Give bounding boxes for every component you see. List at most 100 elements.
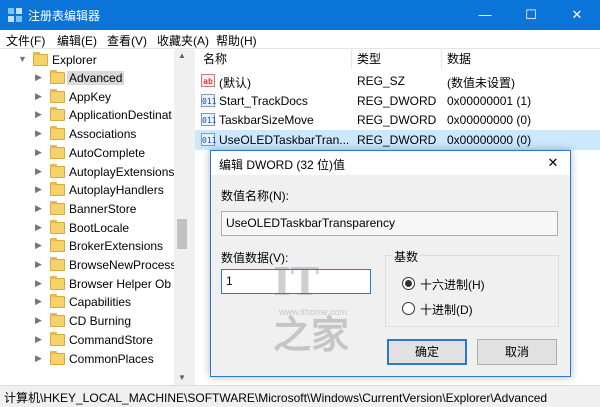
tree-item[interactable]: ▶ ApplicationDestinat [0, 106, 186, 124]
binary-value-icon: 011 [201, 132, 216, 146]
hex-radio-label[interactable]: 十六进制(H) [420, 276, 485, 293]
tree-item[interactable]: ▶ BrokerExtensions [0, 237, 186, 255]
registry-editor-icon [8, 8, 22, 22]
expand-arrow-icon[interactable]: ▶ [35, 147, 42, 158]
tree-item[interactable]: ▶ CommonPlaces [0, 350, 186, 368]
menu-file[interactable]: 文件(F) [6, 32, 45, 49]
expand-arrow-icon[interactable]: ▶ [35, 203, 42, 214]
menu-favorites[interactable]: 收藏夹(A) [157, 32, 209, 49]
tree-item[interactable]: ▶ Advanced [0, 69, 186, 87]
scroll-down-icon[interactable]: ▼ [178, 373, 186, 382]
expand-arrow-icon[interactable]: ▶ [35, 240, 42, 251]
tree-item[interactable]: ▶ Browser Helper Ob [0, 275, 186, 293]
tree-item-label: Advanced [67, 71, 125, 85]
expand-arrow-icon[interactable]: ▶ [35, 353, 42, 364]
value-row[interactable]: 011 Start_TrackDocs REG_DWORD 0x00000001 (1… [195, 91, 600, 111]
value-data: 0x00000000 (0) [447, 113, 532, 127]
column-header-type[interactable]: 类型 [357, 49, 381, 69]
tree-item-label: CommonPlaces [69, 351, 154, 366]
title-bar: 注册表编辑器 — ☐ ✕ [0, 0, 600, 30]
tree-item-label: CommandStore [69, 332, 154, 347]
dialog-close-button[interactable]: ✕ [536, 151, 570, 175]
tree-item[interactable]: ▶ CommandStore [0, 331, 186, 349]
folder-icon [50, 126, 65, 141]
tree-item[interactable]: ▶ AutoComplete [0, 144, 186, 162]
expand-arrow-icon[interactable]: ▶ [35, 315, 42, 326]
expand-arrow-icon[interactable]: ▶ [35, 334, 42, 345]
decimal-radio[interactable] [402, 302, 415, 315]
expand-arrow-icon[interactable]: ▶ [35, 91, 42, 102]
tree-item[interactable]: ▶ BrowseNewProcess [0, 256, 186, 274]
tree-item[interactable]: ▶ AutoplayExtensions [0, 163, 186, 181]
value-type: REG_DWORD [357, 93, 437, 108]
scroll-up-icon[interactable]: ▲ [178, 51, 186, 60]
expand-arrow-icon[interactable]: ▶ [35, 72, 42, 83]
value-row[interactable]: ab (默认) REG_SZ (数值未设置) [195, 71, 600, 91]
tree-item-explorer[interactable]: ▼ Explorer [0, 51, 186, 69]
menu-edit[interactable]: 编辑(E) [57, 32, 97, 49]
menu-view[interactable]: 查看(V) [107, 32, 147, 49]
value-name-label: 数值名称(N): [221, 189, 289, 203]
expand-arrow-icon[interactable]: ▶ [35, 128, 42, 139]
column-header-data[interactable]: 数据 [447, 49, 471, 69]
value-name: TaskbarSizeMove [219, 113, 314, 127]
tree-item[interactable]: ▶ CD Burning [0, 312, 186, 330]
expand-arrow-icon[interactable]: ▶ [35, 296, 42, 307]
folder-icon [50, 257, 65, 271]
ok-button[interactable]: 确定 [387, 339, 467, 365]
value-data: (数值未设置) [447, 76, 515, 90]
expand-arrow-icon[interactable]: ▶ [35, 278, 42, 289]
dialog-title: 编辑 DWORD (32 位)值 [219, 158, 346, 172]
menu-bar: 文件(F) 编辑(E) 查看(V) 收藏夹(A) 帮助(H) [0, 30, 600, 49]
registry-path: 计算机\HKEY_LOCAL_MACHINE\SOFTWARE\Microsof… [4, 391, 548, 405]
column-header-name[interactable]: 名称 [203, 49, 227, 69]
expand-arrow-icon[interactable]: ▶ [35, 109, 42, 120]
tree-item[interactable]: ▶ Associations [0, 125, 186, 143]
tree-item-label: BrowseNewProcess [69, 258, 177, 272]
string-value-icon: ab [201, 74, 215, 87]
tree-item-label: Capabilities [69, 295, 132, 310]
expand-arrow-icon[interactable]: ▶ [35, 166, 42, 177]
folder-icon [50, 88, 65, 103]
value-row[interactable]: 011 UseOLEDTaskbarTran... REG_DWORD 0x00000… [195, 129, 600, 150]
folder-open-icon [33, 52, 48, 66]
menu-help[interactable]: 帮助(H) [216, 32, 257, 49]
tree-item[interactable]: ▶ AppKey [0, 88, 186, 106]
folder-icon [50, 331, 65, 346]
tree-item-label: Associations [69, 127, 137, 142]
folder-icon [50, 219, 65, 234]
scrollbar-thumb[interactable] [177, 219, 187, 249]
collapse-arrow-icon[interactable]: ▼ [18, 54, 27, 64]
value-type: REG_DWORD [357, 132, 437, 147]
expand-arrow-icon[interactable]: ▶ [35, 222, 42, 233]
dialog-title-bar: 编辑 DWORD (32 位)值 ✕ [211, 151, 570, 175]
value-type: REG_DWORD [357, 113, 437, 127]
tree-item[interactable]: ▶ BootLocale [0, 219, 186, 237]
tree-item[interactable]: ▶ Capabilities [0, 293, 186, 311]
minimize-button[interactable]: — [462, 0, 508, 30]
value-name: (默认) [219, 76, 251, 90]
tree-item-label: BootLocale [69, 220, 130, 235]
value-row[interactable]: 011 TaskbarSizeMove REG_DWORD 0x00000000 (0… [195, 110, 600, 130]
tree-item-label: CD Burning [69, 314, 132, 329]
tree-item-label: BrokerExtensions [69, 239, 164, 254]
close-button[interactable]: ✕ [554, 0, 600, 30]
folder-icon [50, 350, 65, 365]
expand-arrow-icon[interactable]: ▶ [35, 184, 42, 195]
hex-radio[interactable] [402, 277, 415, 290]
cancel-button[interactable]: 取消 [477, 339, 557, 365]
column-divider[interactable] [351, 49, 352, 69]
status-bar: 计算机\HKEY_LOCAL_MACHINE\SOFTWARE\Microsof… [0, 385, 600, 407]
tree-item[interactable]: ▶ AutoplayHandlers [0, 181, 186, 199]
decimal-radio-label[interactable]: 十进制(D) [420, 301, 473, 318]
tree-item-label: Explorer [52, 53, 97, 67]
tree-scrollbar[interactable]: ▲ ▼ [174, 49, 190, 385]
expand-arrow-icon[interactable]: ▶ [35, 259, 42, 270]
value-name-field[interactable]: UseOLEDTaskbarTransparency [221, 211, 558, 236]
column-divider[interactable] [441, 49, 442, 69]
registry-tree[interactable]: ▼ Explorer ▶ Advanced ▶ AppKey ▶ ApplicationD… [0, 49, 190, 385]
folder-icon [50, 107, 65, 122]
maximize-button[interactable]: ☐ [508, 0, 554, 30]
tree-item[interactable]: ▶ BannerStore [0, 200, 186, 218]
value-type: REG_SZ [357, 74, 406, 88]
